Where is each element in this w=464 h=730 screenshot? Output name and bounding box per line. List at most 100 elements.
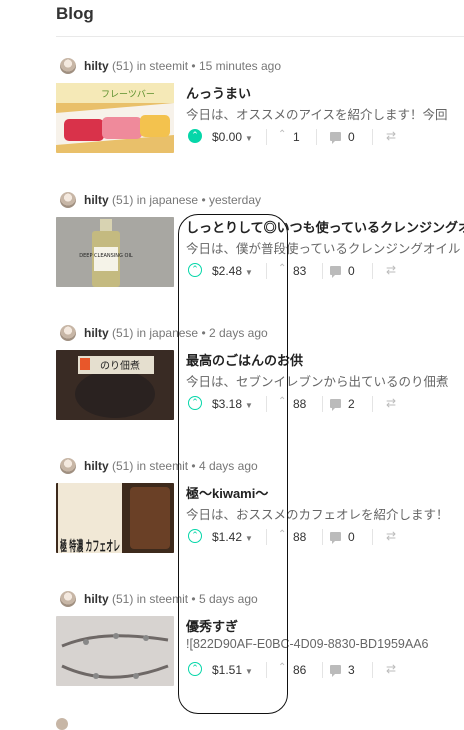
resteem-icon[interactable]: ⇄ — [386, 263, 396, 277]
comment-icon[interactable] — [330, 266, 341, 278]
comment-icon[interactable] — [330, 532, 341, 544]
chevron-up-circle-icon[interactable]: ⌃ — [188, 396, 202, 410]
vote-count[interactable]: 86 — [293, 663, 306, 677]
post-body[interactable]: ![822D90AF-E0BC-4D09-8830-BD1959AA6 — [186, 637, 464, 651]
post-body[interactable]: 今日は、オススメのアイスを紹介します！今回 — [186, 104, 464, 123]
author-link[interactable]: hilty — [84, 459, 109, 473]
divider — [266, 529, 267, 545]
post-body[interactable]: 今日は、おススメのカフェオレを紹介します！ — [186, 504, 464, 523]
resteem-icon[interactable]: ⇄ — [386, 396, 396, 410]
in-text: in — [136, 59, 147, 73]
avatar[interactable] — [60, 192, 76, 208]
caret-down-icon: ▼ — [245, 134, 253, 143]
payout-dropdown[interactable]: $2.48 ▼ — [212, 264, 253, 278]
category-link[interactable]: steemit — [149, 592, 188, 606]
chevron-up-icon: ⌃ — [278, 396, 287, 407]
post-thumbnail[interactable]: のり佃煮 — [56, 350, 174, 420]
avatar[interactable] — [60, 458, 76, 474]
comment-count[interactable]: 3 — [348, 663, 355, 677]
caret-down-icon: ▼ — [245, 667, 253, 676]
payout-dropdown[interactable]: $1.51 ▼ — [212, 663, 253, 677]
in-text: in — [136, 592, 147, 606]
post-thumbnail[interactable]: DEEP CLEANSING OIL — [56, 217, 174, 287]
thumb-text: フレーツバー — [101, 89, 155, 100]
category-link[interactable]: steemit — [149, 59, 188, 73]
post-thumbnail[interactable]: 極 特濃 カフェオレ — [56, 483, 174, 553]
vote-count[interactable]: 88 — [293, 530, 306, 544]
chevron-up-icon: ⌃ — [278, 263, 287, 274]
divider — [322, 529, 323, 545]
payout-value: $3.18 — [212, 397, 243, 411]
post-thumbnail[interactable] — [56, 616, 174, 686]
author-reputation: (51) — [112, 59, 134, 73]
chevron-up-circle-icon[interactable]: ⌃ — [188, 662, 202, 676]
author-link[interactable]: hilty — [84, 326, 109, 340]
divider — [372, 129, 373, 145]
vote-count[interactable]: 83 — [293, 264, 306, 278]
caret-down-icon: ▼ — [245, 268, 253, 277]
post-title[interactable]: しっとりして◎いつも使っているクレンジングオイル — [186, 217, 464, 236]
divider — [372, 529, 373, 545]
category-link[interactable]: steemit — [149, 459, 188, 473]
avatar[interactable] — [60, 58, 76, 74]
avatar[interactable] — [60, 325, 76, 341]
author-reputation: (51) — [112, 459, 134, 473]
payout-value: $1.51 — [212, 663, 243, 677]
vote-count[interactable]: 88 — [293, 397, 306, 411]
post-title[interactable]: 優秀すぎ — [186, 616, 464, 635]
payout-dropdown[interactable]: $1.42 ▼ — [212, 530, 253, 544]
post-item[interactable]: hilty (51) in steemit • 15 minutes ago フ… — [56, 58, 464, 188]
post-body[interactable]: 今日は、セブンイレブンから出ているのり佃煮 — [186, 371, 464, 390]
divider — [266, 396, 267, 412]
post-time[interactable]: 2 days ago — [209, 326, 268, 340]
payout-value: $2.48 — [212, 264, 243, 278]
divider — [322, 263, 323, 279]
chevron-up-icon: ⌃ — [278, 662, 287, 673]
author-link[interactable]: hilty — [84, 59, 109, 73]
post-time[interactable]: 4 days ago — [199, 459, 258, 473]
avatar[interactable] — [60, 591, 76, 607]
category-link[interactable]: japanese — [149, 193, 198, 207]
post-item[interactable]: hilty (51) in steemit • 5 days ago 優秀すぎ … — [56, 591, 464, 721]
comment-icon[interactable] — [330, 665, 341, 677]
vote-count[interactable]: 1 — [293, 130, 300, 144]
next-post-peek — [56, 716, 68, 730]
chevron-up-circle-icon[interactable]: ⌃ — [188, 529, 202, 543]
comment-count[interactable]: 0 — [348, 530, 355, 544]
resteem-icon[interactable]: ⇄ — [386, 129, 396, 143]
divider — [266, 662, 267, 678]
comment-icon[interactable] — [330, 399, 341, 411]
payout-dropdown[interactable]: $3.18 ▼ — [212, 397, 253, 411]
resteem-icon[interactable]: ⇄ — [386, 662, 396, 676]
payout-dropdown[interactable]: $0.00 ▼ — [212, 130, 253, 144]
post-item[interactable]: hilty (51) in steemit • 4 days ago 極 特濃 … — [56, 458, 464, 588]
author-link[interactable]: hilty — [84, 193, 109, 207]
post-time[interactable]: 5 days ago — [199, 592, 258, 606]
comment-count[interactable]: 0 — [348, 130, 355, 144]
caret-down-icon: ▼ — [245, 534, 253, 543]
avatar — [56, 717, 68, 730]
caret-down-icon: ▼ — [245, 401, 253, 410]
title-divider — [56, 36, 464, 37]
post-title[interactable]: 最高のごはんのお供 — [186, 350, 464, 369]
chevron-up-icon: ⌃ — [278, 529, 287, 540]
post-title[interactable]: んっうまい — [186, 83, 464, 102]
comment-icon[interactable] — [330, 132, 341, 144]
author-link[interactable]: hilty — [84, 592, 109, 606]
category-link[interactable]: japanese — [149, 326, 198, 340]
divider — [316, 129, 317, 145]
chevron-up-circle-icon[interactable]: ⌃ — [188, 263, 202, 277]
page-title: Blog — [56, 4, 94, 23]
post-body[interactable]: 今日は、僕が普段使っているクレンジングオイル — [186, 238, 464, 257]
resteem-icon[interactable]: ⇄ — [386, 529, 396, 543]
post-time[interactable]: yesterday — [209, 193, 261, 207]
post-item[interactable]: hilty (51) in japanese • 2 days ago のり佃煮… — [56, 325, 464, 455]
post-item[interactable]: hilty (51) in japanese • yesterday DEEP … — [56, 192, 464, 322]
divider — [266, 129, 267, 145]
comment-count[interactable]: 0 — [348, 264, 355, 278]
post-time[interactable]: 15 minutes ago — [199, 59, 281, 73]
comment-count[interactable]: 2 — [348, 397, 355, 411]
post-thumbnail[interactable]: フレーツバー — [56, 83, 174, 153]
chevron-up-circle-icon[interactable]: ⌃ — [188, 129, 202, 143]
post-title[interactable]: 極〜kiwami〜 — [186, 483, 464, 502]
